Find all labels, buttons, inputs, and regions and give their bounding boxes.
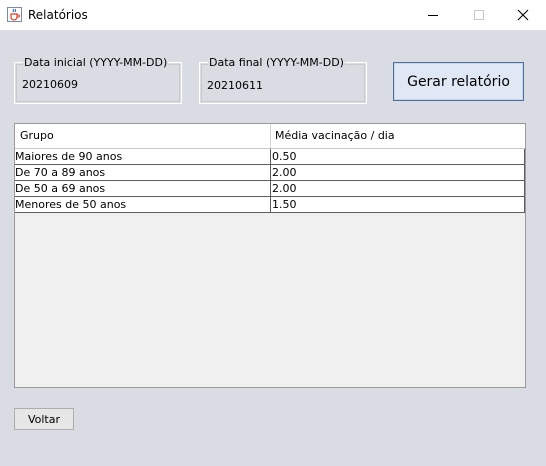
data-inicial-input[interactable] <box>22 78 172 91</box>
cell-media: 2.00 <box>272 166 297 179</box>
java-cup-icon <box>7 7 22 22</box>
minimize-button[interactable] <box>410 0 456 30</box>
gerar-relatorio-button[interactable]: Gerar relatório <box>393 62 524 101</box>
table-header: Grupo Média vacinação / dia <box>15 124 525 149</box>
title-bar: Relatórios <box>0 0 546 30</box>
table-row[interactable]: De 70 a 89 anos 2.00 <box>15 165 525 181</box>
row-border <box>524 165 525 181</box>
cell-media: 2.00 <box>272 182 297 195</box>
cell-divider <box>270 181 271 196</box>
column-divider <box>270 124 271 148</box>
table-row[interactable]: Maiores de 90 anos 0.50 <box>15 149 525 165</box>
data-final-input[interactable] <box>207 79 357 92</box>
cell-grupo: De 50 a 69 anos <box>15 182 106 195</box>
column-header-grupo[interactable]: Grupo <box>20 124 54 148</box>
cell-divider <box>270 149 271 164</box>
table-row[interactable]: De 50 a 69 anos 2.00 <box>15 181 525 197</box>
data-final-label: Data final (YYYY-MM-DD) <box>208 56 345 69</box>
cell-grupo: De 70 a 89 anos <box>15 166 106 179</box>
data-final-group: Data final (YYYY-MM-DD) <box>199 56 367 104</box>
cell-grupo: Maiores de 90 anos <box>15 150 123 163</box>
relatorio-table: Grupo Média vacinação / dia Maiores de 9… <box>14 123 526 388</box>
minimize-icon <box>428 15 438 16</box>
window-title: Relatórios <box>28 8 88 22</box>
close-icon <box>517 9 529 21</box>
row-border <box>524 181 525 197</box>
table-row[interactable]: Menores de 50 anos 1.50 <box>15 197 525 213</box>
row-border <box>524 197 525 213</box>
voltar-button[interactable]: Voltar <box>14 408 74 430</box>
cell-media: 1.50 <box>272 198 297 211</box>
data-inicial-group: Data inicial (YYYY-MM-DD) <box>14 56 182 104</box>
cell-divider <box>270 197 271 212</box>
cell-media: 0.50 <box>272 150 297 163</box>
table-body: Maiores de 90 anos 0.50 De 70 a 89 anos … <box>15 149 525 213</box>
column-header-media[interactable]: Média vacinação / dia <box>275 124 395 148</box>
cell-divider <box>270 165 271 180</box>
maximize-button[interactable] <box>456 0 502 30</box>
data-inicial-label: Data inicial (YYYY-MM-DD) <box>23 56 169 69</box>
cell-grupo: Menores de 50 anos <box>15 198 127 211</box>
row-border <box>524 149 525 165</box>
maximize-icon <box>474 10 484 20</box>
close-button[interactable] <box>500 0 546 30</box>
